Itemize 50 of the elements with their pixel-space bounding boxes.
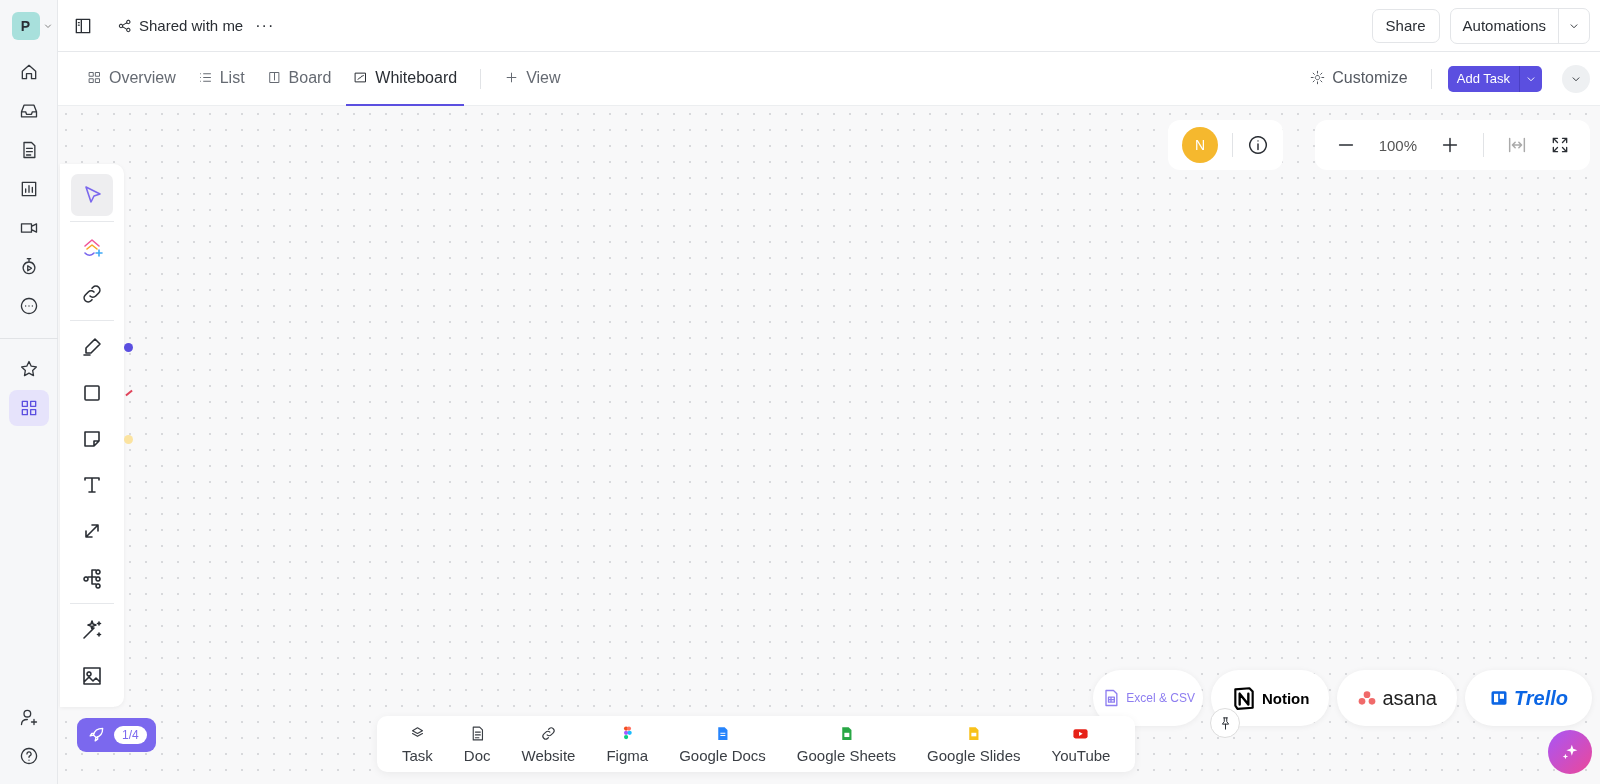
add-view-button[interactable]: View	[497, 51, 568, 106]
plus-icon	[504, 70, 520, 85]
embed-button[interactable]: Google Docs	[668, 724, 777, 764]
star-icon	[18, 359, 39, 379]
embed-button[interactable]: Google Slides	[916, 724, 1032, 764]
color-dot[interactable]	[124, 343, 133, 352]
import-chip[interactable]: asana	[1337, 670, 1457, 726]
pin-button[interactable]	[1210, 708, 1241, 738]
whiteboard-icon	[353, 70, 369, 85]
image-icon	[80, 664, 104, 688]
embed-button[interactable]: Task	[391, 724, 444, 764]
view-tab[interactable]: Board	[259, 51, 339, 106]
import-chip[interactable]: Notion	[1210, 670, 1330, 726]
link-icon	[540, 724, 557, 742]
progress-badge: 1/4	[114, 726, 147, 744]
sidebar-nav-item[interactable]	[8, 390, 49, 426]
share-button[interactable]: Share	[1371, 8, 1440, 43]
ai-assistant-button[interactable]	[1548, 730, 1592, 774]
color-dot[interactable]	[124, 435, 133, 444]
add-user-icon	[18, 707, 39, 727]
grid-icon	[87, 70, 102, 85]
shape-color-swatch[interactable]	[125, 389, 133, 397]
list-icon	[197, 70, 213, 85]
whiteboard-canvas[interactable]: 1/4 N 100% Excel & CSV Notion asana Trello Task Doc Website Figma Google Docs Google Sheets Google Slides YouTube	[58, 106, 1600, 784]
help-icon	[18, 746, 39, 766]
more-button[interactable]: ···	[255, 16, 275, 35]
magic-wand-icon	[80, 618, 104, 642]
settings-icon	[1310, 70, 1326, 85]
share-icon	[117, 17, 133, 34]
import-chip[interactable]: Trello	[1464, 670, 1592, 726]
pen-icon	[80, 335, 104, 359]
embed-button[interactable]: Website	[510, 724, 587, 764]
view-tab[interactable]: List	[190, 51, 252, 106]
board-icon	[266, 70, 282, 85]
embed-button[interactable]: YouTube	[1040, 724, 1122, 764]
workspace-avatar[interactable]: P	[11, 12, 40, 40]
customize-button[interactable]: Customize	[1303, 51, 1415, 106]
embed-button[interactable]: Google Sheets	[785, 724, 908, 764]
link-icon	[80, 282, 104, 306]
embed-button[interactable]: Doc	[452, 724, 502, 764]
asana-logo	[1357, 688, 1378, 708]
page-title[interactable]: Shared with me	[139, 17, 244, 34]
cursor-tool[interactable]	[71, 174, 113, 216]
fullscreen-icon[interactable]	[1550, 135, 1570, 155]
more-icon	[18, 296, 39, 316]
info-icon[interactable]	[1247, 134, 1269, 156]
embed-button[interactable]: Figma	[595, 724, 660, 764]
view-tab[interactable]: Overview	[80, 51, 183, 106]
zoom-level: 100%	[1378, 136, 1417, 154]
onboarding-button[interactable]: 1/4	[77, 718, 156, 752]
